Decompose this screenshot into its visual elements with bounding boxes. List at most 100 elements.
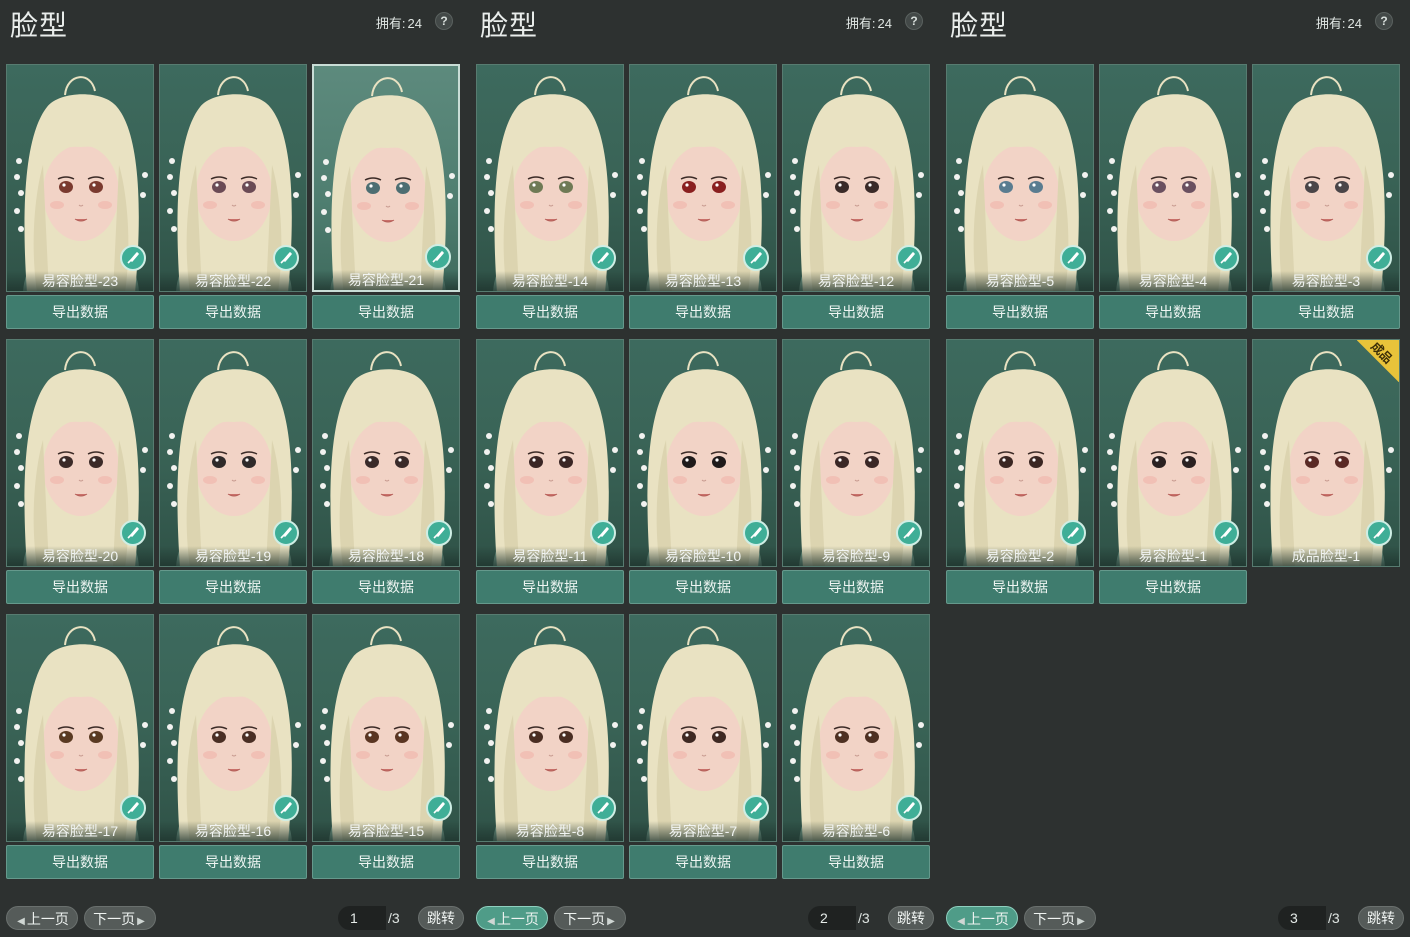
face-card[interactable]: 易容脸型-14 bbox=[476, 64, 624, 292]
face-card[interactable]: 易容脸型-21 bbox=[312, 64, 460, 292]
export-data-button[interactable]: 导出数据 bbox=[159, 570, 307, 604]
jump-button[interactable]: 跳转 bbox=[1358, 906, 1404, 930]
face-card[interactable]: 易容脸型-19 bbox=[159, 339, 307, 567]
face-card[interactable]: 易容脸型-9 bbox=[782, 339, 930, 567]
prev-page-button[interactable]: ◀ 上一页 bbox=[6, 906, 78, 930]
face-card[interactable]: 易容脸型-1 bbox=[1099, 339, 1247, 567]
face-name-label: 易容脸型-11 bbox=[477, 546, 623, 566]
export-data-button[interactable]: 导出数据 bbox=[1099, 295, 1247, 329]
face-card[interactable]: 易容脸型-10 bbox=[629, 339, 777, 567]
export-data-button[interactable]: 导出数据 bbox=[782, 295, 930, 329]
face-card[interactable]: 成品 成品脸型-1 bbox=[1252, 339, 1400, 567]
help-icon[interactable]: ? bbox=[905, 12, 923, 30]
export-data-button[interactable]: 导出数据 bbox=[629, 845, 777, 879]
face-card[interactable]: 易容脸型-4 bbox=[1099, 64, 1247, 292]
export-data-button[interactable]: 导出数据 bbox=[159, 845, 307, 879]
brush-edit-icon[interactable] bbox=[1060, 520, 1086, 546]
export-data-button[interactable]: 导出数据 bbox=[312, 295, 460, 329]
brush-edit-icon[interactable] bbox=[426, 520, 452, 546]
face-card[interactable]: 易容脸型-13 bbox=[629, 64, 777, 292]
pagination: ◀ 上一页 下一页 ▶ 3 /3 跳转 bbox=[946, 906, 1406, 930]
face-card[interactable]: 易容脸型-11 bbox=[476, 339, 624, 567]
face-card[interactable]: 易容脸型-8 bbox=[476, 614, 624, 842]
brush-edit-icon[interactable] bbox=[426, 795, 452, 821]
export-data-button[interactable]: 导出数据 bbox=[629, 295, 777, 329]
face-card[interactable]: 易容脸型-6 bbox=[782, 614, 930, 842]
face-card[interactable]: 易容脸型-15 bbox=[312, 614, 460, 842]
export-data-button[interactable]: 导出数据 bbox=[6, 570, 154, 604]
export-data-button[interactable]: 导出数据 bbox=[1252, 295, 1400, 329]
brush-edit-icon[interactable] bbox=[273, 245, 299, 271]
face-item: 易容脸型-17 导出数据 bbox=[6, 614, 154, 884]
brush-edit-icon[interactable] bbox=[896, 795, 922, 821]
export-data-button[interactable]: 导出数据 bbox=[1099, 570, 1247, 604]
brush-edit-icon[interactable] bbox=[120, 520, 146, 546]
brush-edit-icon[interactable] bbox=[743, 795, 769, 821]
export-data-button[interactable]: 导出数据 bbox=[476, 570, 624, 604]
export-data-button[interactable]: 导出数据 bbox=[6, 845, 154, 879]
face-card[interactable]: 易容脸型-2 bbox=[946, 339, 1094, 567]
export-data-button[interactable]: 导出数据 bbox=[782, 570, 930, 604]
face-card[interactable]: 易容脸型-7 bbox=[629, 614, 777, 842]
export-data-button[interactable]: 导出数据 bbox=[782, 845, 930, 879]
face-panel-1: 脸型 拥有: 24 ? 易容脸型-23 导出数据 易容脸型-22 导出数据 易容… bbox=[0, 0, 470, 937]
face-card[interactable]: 易容脸型-22 bbox=[159, 64, 307, 292]
page-number-input[interactable]: 3 bbox=[1278, 906, 1326, 930]
face-card[interactable]: 易容脸型-16 bbox=[159, 614, 307, 842]
jump-button[interactable]: 跳转 bbox=[418, 906, 464, 930]
brush-edit-icon[interactable] bbox=[590, 795, 616, 821]
brush-edit-icon[interactable] bbox=[1213, 245, 1239, 271]
face-item: 易容脸型-16 导出数据 bbox=[159, 614, 307, 884]
next-page-button[interactable]: 下一页 ▶ bbox=[1024, 906, 1096, 930]
export-data-button[interactable]: 导出数据 bbox=[946, 570, 1094, 604]
pagination: ◀ 上一页 下一页 ▶ 2 /3 跳转 bbox=[476, 906, 936, 930]
chevron-left-icon: ◀ bbox=[487, 916, 495, 927]
page-number-input[interactable]: 2 bbox=[808, 906, 856, 930]
prev-page-button[interactable]: ◀ 上一页 bbox=[476, 906, 548, 930]
brush-edit-icon[interactable] bbox=[743, 520, 769, 546]
brush-edit-icon[interactable] bbox=[896, 245, 922, 271]
help-icon[interactable]: ? bbox=[435, 12, 453, 30]
export-data-button[interactable]: 导出数据 bbox=[6, 295, 154, 329]
brush-edit-icon[interactable] bbox=[1366, 245, 1392, 271]
brush-edit-icon[interactable] bbox=[273, 795, 299, 821]
brush-edit-icon[interactable] bbox=[743, 245, 769, 271]
brush-edit-icon[interactable] bbox=[273, 520, 299, 546]
face-name-label: 易容脸型-16 bbox=[160, 821, 306, 841]
brush-edit-icon[interactable] bbox=[590, 520, 616, 546]
brush-edit-icon[interactable] bbox=[896, 520, 922, 546]
brush-edit-icon[interactable] bbox=[1366, 520, 1392, 546]
face-card[interactable]: 易容脸型-20 bbox=[6, 339, 154, 567]
prev-page-button[interactable]: ◀ 上一页 bbox=[946, 906, 1018, 930]
face-card[interactable]: 易容脸型-3 bbox=[1252, 64, 1400, 292]
prev-page-label: 上一页 bbox=[496, 911, 539, 927]
brush-edit-icon[interactable] bbox=[590, 245, 616, 271]
owned-label: 拥有: bbox=[375, 16, 406, 31]
page-number-input[interactable]: 1 bbox=[338, 906, 386, 930]
face-item: 易容脸型-10 导出数据 bbox=[629, 339, 777, 609]
face-card[interactable]: 易容脸型-23 bbox=[6, 64, 154, 292]
export-data-button[interactable]: 导出数据 bbox=[312, 845, 460, 879]
face-name-label: 易容脸型-3 bbox=[1253, 271, 1399, 291]
brush-edit-icon[interactable] bbox=[120, 795, 146, 821]
face-card[interactable]: 易容脸型-18 bbox=[312, 339, 460, 567]
export-data-button[interactable]: 导出数据 bbox=[312, 570, 460, 604]
export-data-button[interactable]: 导出数据 bbox=[629, 570, 777, 604]
face-name-label: 易容脸型-23 bbox=[7, 271, 153, 291]
face-card[interactable]: 易容脸型-5 bbox=[946, 64, 1094, 292]
export-data-button[interactable]: 导出数据 bbox=[476, 295, 624, 329]
jump-button[interactable]: 跳转 bbox=[888, 906, 934, 930]
brush-edit-icon[interactable] bbox=[425, 244, 451, 270]
brush-edit-icon[interactable] bbox=[120, 245, 146, 271]
help-icon[interactable]: ? bbox=[1375, 12, 1393, 30]
brush-edit-icon[interactable] bbox=[1213, 520, 1239, 546]
next-page-button[interactable]: 下一页 ▶ bbox=[84, 906, 156, 930]
export-data-button[interactable]: 导出数据 bbox=[159, 295, 307, 329]
brush-edit-icon[interactable] bbox=[1060, 245, 1086, 271]
next-page-button[interactable]: 下一页 ▶ bbox=[554, 906, 626, 930]
face-item: 易容脸型-18 导出数据 bbox=[312, 339, 460, 609]
face-card[interactable]: 易容脸型-12 bbox=[782, 64, 930, 292]
export-data-button[interactable]: 导出数据 bbox=[476, 845, 624, 879]
export-data-button[interactable]: 导出数据 bbox=[946, 295, 1094, 329]
face-card[interactable]: 易容脸型-17 bbox=[6, 614, 154, 842]
